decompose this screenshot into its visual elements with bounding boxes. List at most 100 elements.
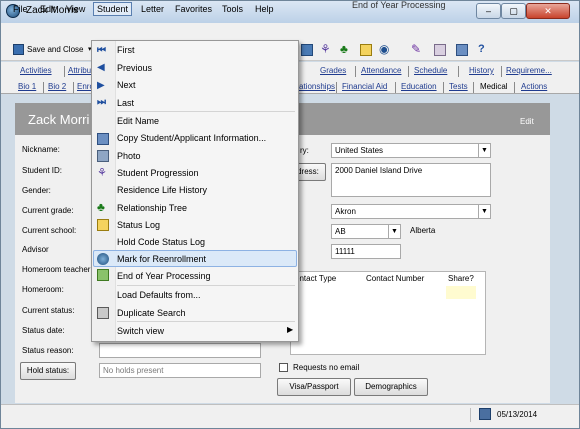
menu-item-edit-name[interactable]: Edit Name [117, 116, 159, 126]
statusbar-divider [470, 408, 471, 422]
pen-icon[interactable]: ✎ [411, 42, 421, 56]
homeroom-teacher-label: Homeroom teacher [22, 265, 91, 274]
tab-attendance[interactable]: Attendance [361, 66, 401, 75]
menu-item-hold-code-status-log[interactable]: Hold Code Status Log [117, 237, 205, 247]
menu-bar [1, 23, 579, 41]
requests-no-email-label: Requests no email [293, 363, 360, 372]
tab-bio-1[interactable]: Bio 1 [18, 82, 36, 91]
menu-item-residence-life-history[interactable]: Residence Life History [117, 185, 207, 195]
menu-item-switch-view[interactable]: Switch view [117, 326, 164, 336]
status-date: 05/13/2014 [497, 410, 538, 419]
menu-help[interactable]: Help [255, 4, 274, 14]
tree-icon: ♣ [97, 200, 105, 214]
menu-tools[interactable]: Tools [222, 4, 243, 14]
city-dropdown-arrow-icon[interactable]: ▼ [478, 205, 490, 218]
tab-history[interactable]: History [469, 66, 494, 75]
visa-passport-button[interactable]: Visa/Passport [277, 378, 351, 396]
document-icon[interactable] [434, 44, 446, 56]
province-text: Alberta [410, 226, 436, 235]
tab-separator [355, 66, 356, 77]
menu-student[interactable]: Student [93, 2, 133, 16]
tab-relationships[interactable]: ationships [299, 82, 335, 91]
search-icon[interactable] [360, 44, 372, 56]
tab-activities[interactable]: Activities [20, 66, 52, 75]
menu-file[interactable]: File [13, 4, 28, 14]
menu-item-first[interactable]: First [117, 45, 135, 55]
country-select[interactable]: United States [331, 143, 491, 158]
help-icon[interactable]: ? [478, 43, 485, 55]
contacts-table [290, 271, 486, 355]
menu-item-status-log[interactable]: Status Log [117, 220, 160, 230]
menu-item-student-progression[interactable]: Student Progression [117, 168, 199, 178]
demographics-button[interactable]: Demographics [354, 378, 428, 396]
status-reason-label: Status reason: [22, 346, 74, 355]
state-dropdown-arrow-icon[interactable]: ▼ [388, 225, 400, 238]
requests-no-email-checkbox[interactable] [279, 363, 288, 372]
banner-edit-link[interactable]: Edit [520, 117, 534, 126]
tab-separator [514, 82, 515, 93]
hold-status-button[interactable]: Hold status: [20, 362, 76, 380]
tab-actions[interactable]: Actions [521, 82, 547, 91]
tab-tests[interactable]: Tests [449, 82, 468, 91]
menu-item-load-defaults[interactable]: Load Defaults from... [117, 290, 201, 300]
holds-field[interactable]: No holds present [99, 363, 261, 378]
previous-icon: ◀ [97, 62, 105, 73]
menu-separator [117, 111, 295, 112]
submenu-arrow-icon: ▶ [287, 325, 294, 334]
current-grade-label: Current grade: [22, 206, 74, 215]
menu-view[interactable]: View [66, 4, 85, 14]
menu-edit[interactable]: Edit [40, 4, 56, 14]
tab-separator [458, 66, 459, 77]
status-date-label: Status date: [22, 326, 65, 335]
menu-item-photo[interactable]: Photo [117, 151, 141, 161]
options-icon[interactable]: ◉ [379, 42, 389, 56]
chart-icon[interactable] [456, 44, 468, 56]
tab-attributes[interactable]: Attribu [68, 66, 91, 75]
tab-requirements[interactable]: Requireme... [506, 66, 552, 75]
tab-medical[interactable]: Medical [480, 82, 508, 91]
menu-item-next[interactable]: Next [117, 80, 136, 90]
zip-field[interactable]: 11111 [331, 244, 401, 259]
close-button[interactable]: ✕ [526, 3, 570, 19]
tab-separator [443, 82, 444, 93]
tab-bio-2[interactable]: Bio 2 [48, 82, 66, 91]
tab-separator [408, 66, 409, 77]
copy-icon [97, 133, 109, 145]
city-value: Akron [335, 207, 356, 216]
country-dropdown-arrow-icon[interactable]: ▼ [478, 144, 490, 157]
relationship-tree-icon[interactable]: ♣ [340, 42, 348, 56]
country-value: United States [335, 146, 384, 155]
save-icon [13, 44, 24, 55]
minimize-button[interactable]: – [476, 3, 501, 19]
person-icon[interactable]: ⚘ [320, 42, 331, 56]
menu-item-last[interactable]: Last [117, 98, 134, 108]
tab-grades[interactable]: Grades [320, 66, 346, 75]
city-select[interactable]: Akron [331, 204, 491, 219]
menu-item-end-of-year-processing[interactable]: End of Year Processing [117, 271, 211, 281]
student-name-heading: Zack Morri [28, 112, 90, 127]
background-window-title: End of Year Processing [352, 0, 446, 10]
tab-education[interactable]: Education [401, 82, 437, 91]
menu-item-duplicate-search[interactable]: Duplicate Search [117, 308, 186, 318]
menu-favorites[interactable]: Favorites [175, 4, 212, 14]
tab-separator [395, 82, 396, 93]
tab-financial-aid[interactable]: Financial Aid [342, 82, 387, 91]
duplicate-search-icon [97, 307, 109, 319]
menu-separator [117, 321, 295, 322]
menu-letter[interactable]: Letter [141, 4, 164, 14]
save-close-button[interactable]: Save and Close [27, 45, 83, 54]
progression-icon: ⚘ [97, 167, 107, 179]
status-reason-field[interactable] [99, 343, 261, 358]
menu-item-copy-student[interactable]: Copy Student/Applicant Information... [117, 133, 266, 143]
menu-item-previous[interactable]: Previous [117, 63, 152, 73]
tab-schedule[interactable]: Schedule [414, 66, 447, 75]
gender-label: Gender: [22, 186, 51, 195]
share-cell[interactable] [446, 286, 476, 299]
end-of-year-icon [97, 269, 109, 281]
maximize-button[interactable]: ▢ [501, 3, 526, 19]
address-field[interactable]: 2000 Daniel Island Drive [331, 163, 491, 197]
menu-item-mark-for-reenrollment[interactable]: Mark for Reenrollment [117, 254, 206, 264]
advisor-label: Advisor [22, 245, 49, 254]
menu-item-relationship-tree[interactable]: Relationship Tree [117, 203, 187, 213]
card-icon[interactable] [301, 44, 313, 56]
